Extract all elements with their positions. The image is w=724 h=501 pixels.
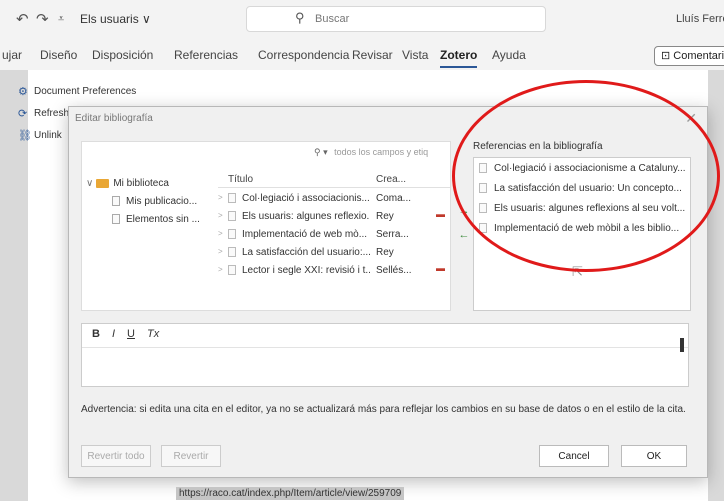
- undo-icon[interactable]: ↶: [16, 10, 29, 28]
- document-icon: [112, 196, 120, 206]
- tab-layout[interactable]: Disposición: [92, 48, 153, 62]
- expand-icon[interactable]: >: [218, 265, 223, 274]
- document-icon: [228, 265, 236, 275]
- tab-references[interactable]: Referencias: [174, 48, 238, 62]
- remove-from-bibliography-icon[interactable]: ←: [455, 229, 473, 253]
- tab-review[interactable]: Revisar: [352, 48, 393, 62]
- item-row[interactable]: > Col·legiació i associacionis... Coma..…: [218, 190, 450, 208]
- item-title: Col·legiació i associacionis...: [242, 193, 370, 204]
- revert-all-button[interactable]: Revertir todo: [81, 445, 151, 467]
- filter-field[interactable]: ⚲ ▾ todos los campos y etiq: [314, 147, 452, 165]
- tab-draw[interactable]: ujar: [2, 48, 22, 62]
- citation-editor[interactable]: B I U Tx: [81, 323, 689, 387]
- search-box[interactable]: ⚲ Buscar: [246, 6, 546, 32]
- title-bar: ↶ ↷ ⩡ Els usuaris ∨ ⚲ Buscar Lluís Ferre…: [0, 0, 724, 40]
- menu-item-label: Refresh: [34, 107, 70, 119]
- bold-button[interactable]: B: [92, 328, 100, 343]
- tab-zotero[interactable]: Zotero: [440, 48, 478, 68]
- user-name[interactable]: Lluís Ferreres: [676, 13, 724, 25]
- document-icon: [228, 229, 236, 239]
- comments-button[interactable]: ⊡ Comentarios: [654, 46, 724, 66]
- expand-icon[interactable]: >: [218, 229, 223, 238]
- document-icon: [228, 211, 236, 221]
- filter-placeholder: todos los campos y etiq: [334, 147, 429, 157]
- clear-format-button[interactable]: Tx: [147, 328, 159, 343]
- marker-icon: ▬: [436, 263, 445, 273]
- expand-icon[interactable]: >: [218, 247, 223, 256]
- document-icon: [112, 214, 120, 224]
- tree-item-unfiled[interactable]: Elementos sin ...: [86, 210, 216, 228]
- menu-item-label: Unlink: [34, 129, 62, 141]
- item-creator: Rey: [376, 211, 394, 222]
- customize-quick-access-icon[interactable]: ⩡: [58, 13, 64, 26]
- tree-item-my-publications[interactable]: Mis publicacio...: [86, 192, 216, 210]
- warning-text: Advertencia: si edita una cita en el edi…: [81, 404, 686, 415]
- cancel-button[interactable]: Cancel: [539, 445, 609, 467]
- ribbon-tabs: ujar Diseño Disposición Referencias Corr…: [0, 40, 724, 70]
- item-row[interactable]: > La satisfacción del usuario:... Rey: [218, 244, 450, 262]
- item-row[interactable]: > Lector i segle XXI: revisió i t... Sel…: [218, 262, 450, 280]
- unlink-icon: ⛓: [18, 129, 32, 142]
- editor-scrollbar[interactable]: [680, 338, 684, 352]
- item-title: Implementació de web mò...: [242, 229, 368, 240]
- tree-label: Mi biblioteca: [113, 177, 169, 189]
- gear-icon: ⚙: [18, 85, 28, 98]
- tab-design[interactable]: Diseño: [40, 48, 77, 62]
- tab-help[interactable]: Ayuda: [492, 48, 526, 62]
- document-filename[interactable]: Els usuaris ∨: [80, 12, 151, 26]
- item-title: Els usuaris: algunes reflexio...: [242, 211, 370, 222]
- items-list: > Col·legiació i associacionis... Coma..…: [218, 190, 450, 280]
- italic-button[interactable]: I: [112, 328, 115, 343]
- item-creator: Serra...: [376, 229, 409, 240]
- expand-icon[interactable]: >: [218, 211, 223, 220]
- tab-view[interactable]: Vista: [402, 48, 428, 62]
- item-title: Lector i segle XXI: revisió i t...: [242, 265, 370, 276]
- item-creator: Coma...: [376, 193, 412, 204]
- highlight-ellipse: [452, 80, 720, 272]
- menu-item-label: Document Preferences: [34, 85, 137, 97]
- ok-button[interactable]: OK: [621, 445, 687, 467]
- item-creator: Sellés...: [376, 265, 412, 276]
- document-preferences-item[interactable]: ⚙ Document Preferences: [18, 80, 168, 102]
- tab-mailings[interactable]: Correspondencia: [258, 48, 349, 62]
- dialog-title: Editar bibliografía: [75, 113, 153, 124]
- item-row[interactable]: > Implementació de web mò... Serra...: [218, 226, 450, 244]
- search-icon: ⚲ ▾: [314, 147, 328, 157]
- marker-icon: ▬: [436, 209, 445, 219]
- editor-toolbar: B I U Tx: [82, 324, 688, 348]
- column-title[interactable]: Título: [228, 174, 253, 185]
- refresh-icon: ⟳: [18, 107, 28, 120]
- chevron-down-icon[interactable]: ∨: [86, 178, 93, 189]
- document-icon: [228, 247, 236, 257]
- folder-icon: [96, 178, 110, 188]
- search-placeholder: Buscar: [315, 13, 350, 25]
- underline-button[interactable]: U: [127, 328, 135, 343]
- item-creator: Rey: [376, 247, 394, 258]
- redo-icon[interactable]: ↷: [36, 10, 49, 28]
- library-tree: ∨ Mi biblioteca Mis publicacio... Elemen…: [86, 174, 216, 228]
- tree-label: Elementos sin ...: [126, 213, 200, 225]
- revert-button[interactable]: Revertir: [161, 445, 221, 467]
- tree-label: Mis publicacio...: [126, 195, 198, 207]
- search-icon: ⚲: [295, 10, 305, 25]
- document-url-text: https://raco.cat/index.php/Item/article/…: [176, 487, 405, 500]
- tree-item-my-library[interactable]: ∨ Mi biblioteca: [86, 174, 216, 192]
- column-creator[interactable]: Crea...: [376, 174, 406, 185]
- expand-icon[interactable]: >: [218, 193, 223, 202]
- item-title: La satisfacción del usuario:...: [242, 247, 370, 258]
- library-pane: ⚲ ▾ todos los campos y etiq ∨ Mi bibliot…: [81, 141, 451, 311]
- document-icon: [228, 193, 236, 203]
- items-header: Título Crea...: [218, 172, 450, 188]
- item-row[interactable]: > Els usuaris: algunes reflexio... Rey ▬: [218, 208, 450, 226]
